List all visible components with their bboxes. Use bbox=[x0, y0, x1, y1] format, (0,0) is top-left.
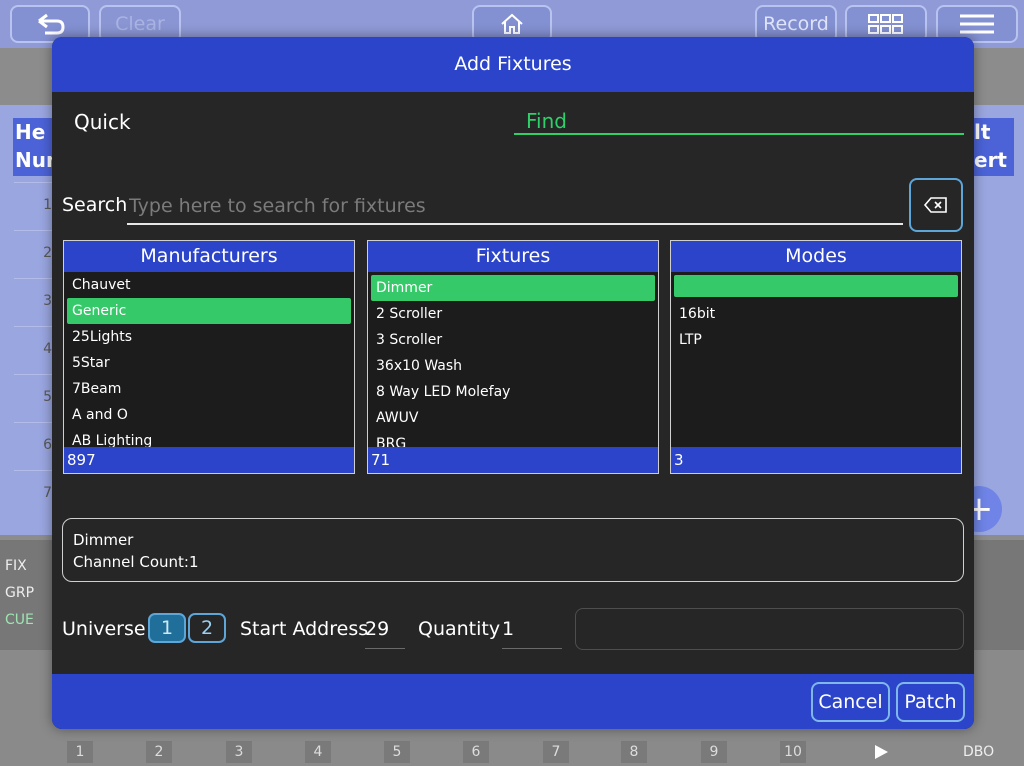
fixtures-header: Fixtures bbox=[368, 241, 658, 272]
page-button[interactable]: 9 bbox=[701, 741, 727, 763]
list-item[interactable]: 2 Scroller bbox=[371, 301, 655, 327]
list-item[interactable]: 7Beam bbox=[67, 376, 351, 402]
fixtures-list[interactable]: Fixtures Dimmer 2 Scroller 3 Scroller 36… bbox=[367, 240, 659, 474]
page-button[interactable]: 1 bbox=[67, 741, 93, 763]
list-item[interactable]: 25Lights bbox=[67, 324, 351, 350]
table-row: 3 bbox=[14, 278, 54, 325]
table-row: 6 bbox=[14, 422, 54, 469]
start-address-label: Start Address bbox=[240, 618, 369, 640]
list-item-selected[interactable] bbox=[674, 275, 958, 297]
start-address-input[interactable]: 29 bbox=[365, 618, 405, 649]
table-row: 1 bbox=[14, 182, 54, 229]
grid-icon bbox=[868, 14, 903, 34]
manufacturers-header: Manufacturers bbox=[64, 241, 354, 272]
page-button[interactable]: 2 bbox=[146, 741, 172, 763]
undo-icon bbox=[38, 13, 65, 35]
fix-label[interactable]: FIX bbox=[5, 558, 27, 574]
cancel-button[interactable]: Cancel bbox=[811, 682, 890, 722]
table-row: 7 bbox=[14, 470, 54, 517]
dialog-title: Add Fixtures bbox=[52, 37, 974, 92]
play-icon[interactable] bbox=[875, 745, 888, 759]
hamburger-menu-icon bbox=[960, 14, 994, 34]
cue-label[interactable]: CUE bbox=[5, 612, 34, 628]
fixtures-items[interactable]: Dimmer 2 Scroller 3 Scroller 36x10 Wash … bbox=[368, 275, 658, 451]
page-button[interactable]: 7 bbox=[543, 741, 569, 763]
list-item[interactable]: AWUV bbox=[371, 405, 655, 431]
search-label: Search bbox=[62, 194, 128, 216]
dbo-label[interactable]: DBO bbox=[963, 744, 994, 760]
patch-button[interactable]: Patch bbox=[896, 682, 965, 722]
table-row: 2 bbox=[14, 230, 54, 277]
list-item-selected[interactable]: Generic bbox=[67, 298, 351, 324]
backspace-icon bbox=[923, 197, 947, 213]
quick-tab[interactable]: Quick bbox=[74, 110, 131, 134]
page-button[interactable]: 8 bbox=[621, 741, 647, 763]
home-icon bbox=[501, 13, 523, 34]
modes-items[interactable]: 16bit LTP bbox=[671, 275, 961, 451]
modes-header: Modes bbox=[671, 241, 961, 272]
search-input[interactable] bbox=[127, 189, 903, 225]
manufacturers-list[interactable]: Manufacturers Chauvet Generic 25Lights 5… bbox=[63, 240, 355, 474]
page-button[interactable]: 4 bbox=[305, 741, 331, 763]
quantity-input[interactable]: 1 bbox=[502, 618, 562, 649]
page-button[interactable]: 5 bbox=[384, 741, 410, 763]
page-button[interactable]: 10 bbox=[780, 741, 806, 763]
universe-option-1[interactable]: 1 bbox=[148, 613, 186, 643]
quantity-label: Quantity bbox=[418, 618, 501, 640]
modes-list[interactable]: Modes 16bit LTP 3 bbox=[670, 240, 962, 474]
clear-search-button[interactable] bbox=[909, 178, 963, 232]
list-item[interactable]: LTP bbox=[674, 327, 958, 353]
fixture-info-channel-count: Channel Count:1 bbox=[73, 553, 199, 571]
list-item[interactable]: 3 Scroller bbox=[371, 327, 655, 353]
grp-label[interactable]: GRP bbox=[5, 585, 34, 601]
fixture-info-box: Dimmer Channel Count:1 bbox=[62, 518, 964, 582]
list-item[interactable]: Chauvet bbox=[67, 272, 351, 298]
universe-option-2[interactable]: 2 bbox=[188, 613, 226, 643]
list-item[interactable]: 5Star bbox=[67, 350, 351, 376]
page-button[interactable]: 3 bbox=[226, 741, 252, 763]
message-field bbox=[575, 608, 964, 650]
list-item-selected[interactable]: Dimmer bbox=[371, 275, 655, 301]
list-item[interactable]: AB Lighting bbox=[67, 428, 351, 448]
manufacturers-items[interactable]: Chauvet Generic 25Lights 5Star 7Beam A a… bbox=[64, 272, 354, 448]
page-button[interactable]: 6 bbox=[463, 741, 489, 763]
manufacturers-count: 897 bbox=[64, 447, 354, 473]
fixture-info-name: Dimmer bbox=[73, 531, 134, 549]
find-tab[interactable]: Find bbox=[514, 109, 964, 135]
list-item[interactable]: 8 Way LED Molefay bbox=[371, 379, 655, 405]
modes-count: 3 bbox=[671, 447, 961, 473]
table-header-right: lt ert bbox=[974, 118, 1014, 176]
list-item[interactable]: 16bit bbox=[674, 301, 958, 327]
dialog-footer: Cancel Patch bbox=[52, 674, 974, 729]
table-row: 5 bbox=[14, 374, 54, 421]
table-header-left: He Num bbox=[13, 118, 55, 176]
list-item[interactable]: A and O bbox=[67, 402, 351, 428]
add-fixtures-dialog: Add Fixtures Quick Find Search Manufactu… bbox=[52, 37, 974, 729]
fixtures-count: 71 bbox=[368, 447, 658, 473]
list-item[interactable]: 36x10 Wash bbox=[371, 353, 655, 379]
universe-label: Universe bbox=[62, 618, 146, 640]
table-row: 4 bbox=[14, 326, 54, 373]
